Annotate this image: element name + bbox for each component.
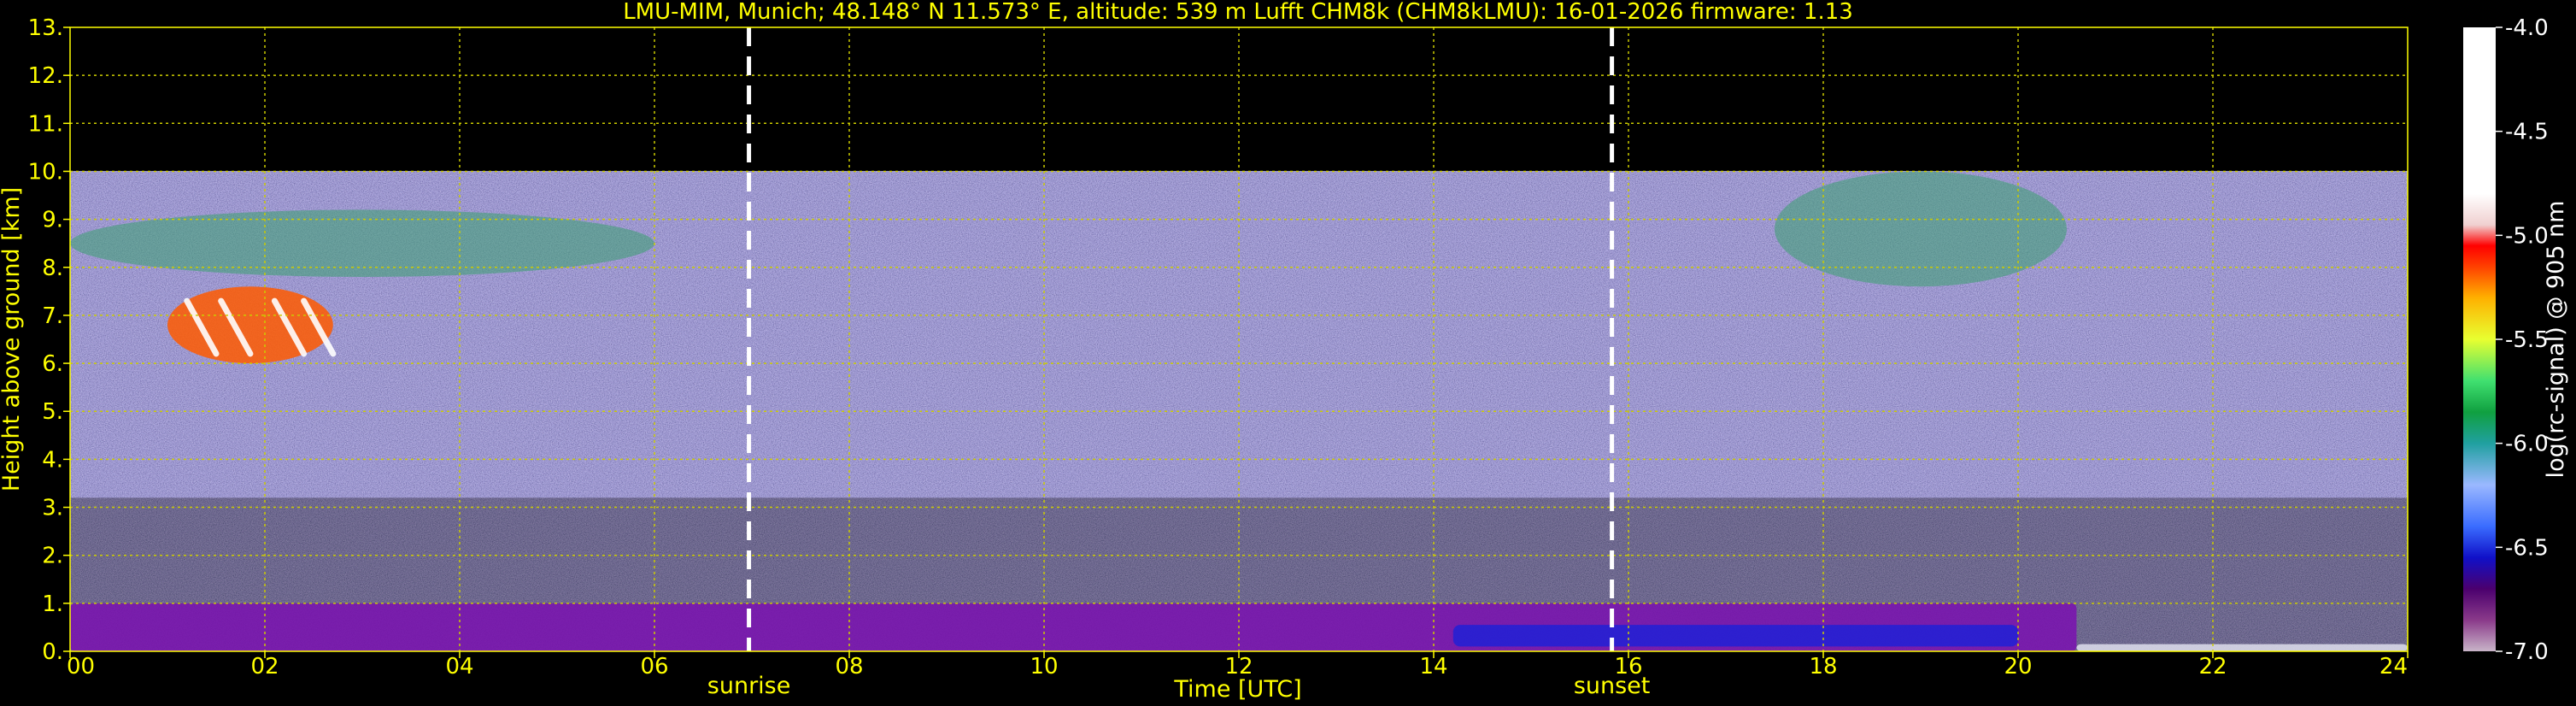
colorbar-label: log(rc-signal) @ 905 nm	[2543, 201, 2569, 479]
y-tick-label-3: 3.	[42, 496, 63, 521]
colorbar-tick-label-6: -4.0	[2505, 15, 2549, 41]
colorbar	[2463, 27, 2496, 651]
colorbar-tick-label-0: -7.0	[2505, 639, 2549, 665]
x-tick-label-12: 24	[2379, 654, 2408, 680]
x-tick-label-9: 18	[1809, 654, 1837, 680]
x-tick-label-4: 08	[835, 654, 863, 680]
y-tick-label-2: 2.	[42, 544, 63, 569]
y-axis-label: Height above ground [km]	[0, 187, 25, 491]
x-tick-label-11: 22	[2198, 654, 2227, 680]
y-tick-label-0: 0.	[42, 639, 63, 665]
feature-2	[1775, 171, 2067, 287]
boundary-layer-core	[1452, 625, 2018, 647]
y-tick-label-4: 4.	[42, 447, 63, 473]
y-tick-label-6: 6.	[42, 351, 63, 377]
colorbar-tick-label-5: -4.5	[2505, 120, 2549, 145]
ceilometer-chart: sunrise sunset 00 02 04 06 08 10 12 14 16 18 20 22 24…	[0, 0, 2569, 703]
x-tick-label-5: 10	[1030, 654, 1058, 680]
y-tick-label-13: 13.	[28, 15, 63, 41]
x-axis-label: Time [UTC]	[1173, 676, 1301, 703]
y-tick-label-7: 7.	[42, 303, 63, 329]
y-tick-label-5: 5.	[42, 399, 63, 425]
x-tick-label-3: 06	[640, 654, 668, 680]
colorbar-tick-label-1: -6.5	[2505, 535, 2549, 561]
x-tick-label-10: 20	[2004, 654, 2032, 680]
sunrise-label: sunrise	[707, 673, 791, 699]
x-tick-label-2: 04	[445, 654, 473, 680]
x-tick-label-1: 02	[250, 654, 279, 680]
x-tick-label-7: 14	[1419, 654, 1447, 680]
colorbar-ticks: -7.0-6.5-6.0-5.5-5.0-4.5-4.0	[2496, 15, 2549, 665]
y-tick-label-8: 8.	[42, 256, 63, 281]
chart-title: LMU-MIM, Munich; 48.148° N 11.573° E, al…	[623, 0, 1853, 25]
y-tick-label-10: 10.	[28, 159, 63, 185]
y-axis-ticks: 0. 1. 2. 3. 4. 5. 6. 7. 8. 9. 10. 11. 12. 13.	[28, 15, 70, 665]
feature-4	[2076, 644, 2408, 651]
x-tick-label-8: 16	[1614, 654, 1642, 680]
y-tick-label-9: 9.	[42, 208, 63, 233]
y-tick-label-12: 12.	[28, 63, 63, 89]
y-tick-label-11: 11.	[28, 111, 63, 137]
y-tick-label-1: 1.	[42, 591, 63, 617]
x-tick-label-0: 00	[67, 654, 95, 680]
